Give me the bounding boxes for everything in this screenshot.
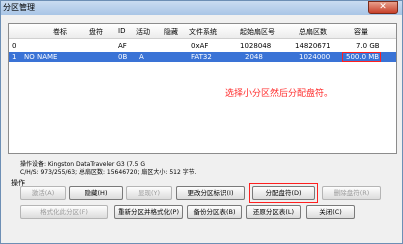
partition-list: 卷标 盘符 ID 活动 隐藏 文件系统 起始扇区号 总扇区数 容量 0 AF 0…: [8, 23, 397, 154]
chs-line: C/H/S: 973/255/63; 总扇区数: 15646720; 扇区大小:…: [20, 169, 197, 176]
activate-button[interactable]: 激活(A): [20, 186, 66, 200]
unhide-button[interactable]: 显现(Y): [126, 186, 172, 200]
col-active[interactable]: 活动: [136, 27, 150, 37]
remove-drive-letter-button[interactable]: 删除盘符(R): [322, 186, 381, 200]
close-window-button[interactable]: ✕: [368, 1, 398, 14]
hide-button[interactable]: 隐藏(H): [69, 186, 123, 200]
col-hidden[interactable]: 隐藏: [164, 27, 178, 37]
assign-letter-highlight-box: [249, 183, 318, 203]
close-button[interactable]: 关闭(C): [306, 205, 355, 219]
partition-manager-window: 分区管理 ✕ 卷标 盘符 ID 活动 隐藏 文件系统 起始扇区号 总扇区数 容量…: [0, 0, 403, 244]
restore-partition-table-button[interactable]: 还原分区表(L): [246, 205, 301, 219]
backup-partition-table-button[interactable]: 备份分区表(B): [187, 205, 242, 219]
col-id[interactable]: ID: [118, 27, 125, 35]
window-title: 分区管理: [3, 3, 35, 12]
col-capacity[interactable]: 容量: [354, 27, 368, 37]
col-start-sector[interactable]: 起始扇区号: [240, 27, 275, 37]
device-line: 操作设备: Kingston DataTraveler G3 (7.5 G: [20, 161, 146, 168]
col-drive[interactable]: 盘符: [89, 27, 103, 37]
close-icon: ✕: [379, 2, 387, 12]
annotation-text: 选择小分区然后分配盘符。: [225, 89, 334, 99]
device-info: 操作设备: Kingston DataTraveler G3 (7.5 G C/…: [20, 161, 197, 177]
table-row-selected[interactable]: 1 NO NAME 0B A FAT32 2048 1024000 500.0 …: [9, 52, 396, 62]
repartition-format-button[interactable]: 重新分区并格式化(P): [114, 205, 183, 219]
list-header: 卷标 盘符 ID 活动 隐藏 文件系统 起始扇区号 总扇区数 容量: [9, 24, 396, 39]
col-filesystem[interactable]: 文件系统: [189, 27, 217, 37]
col-label[interactable]: 卷标: [53, 27, 67, 37]
col-total-sectors[interactable]: 总扇区数: [299, 27, 327, 37]
table-row[interactable]: 0 AF 0xAF 1028048 14820671 7.0 GB: [9, 41, 396, 51]
format-partition-button[interactable]: 格式化此分区(F): [20, 205, 108, 219]
title-bar: 分区管理 ✕: [1, 1, 402, 15]
change-id-button[interactable]: 更改分区标识(I): [176, 186, 245, 200]
capacity-highlight-box: [342, 52, 381, 62]
